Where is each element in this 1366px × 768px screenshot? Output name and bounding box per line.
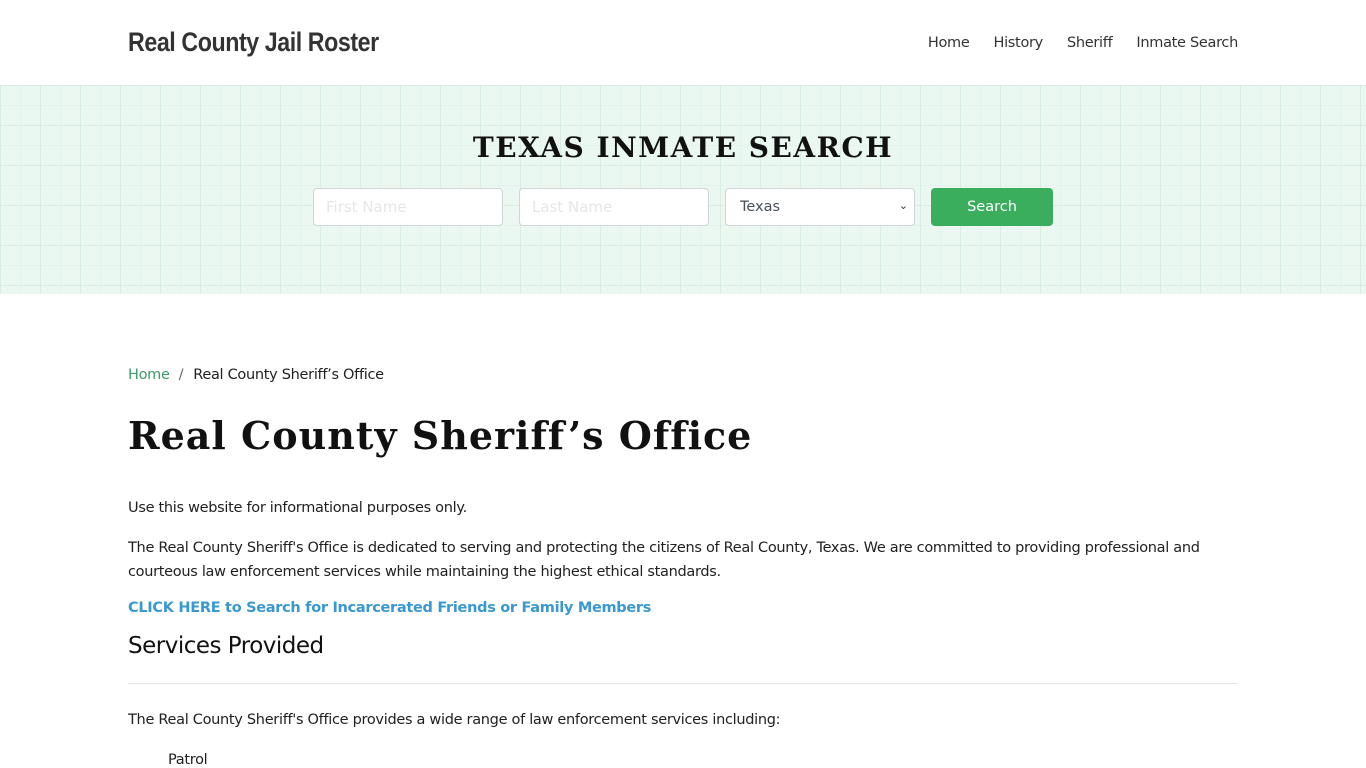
state-select[interactable]: Texas	[725, 188, 915, 226]
list-item: Patrol	[168, 751, 208, 768]
nav-sheriff[interactable]: Sheriff	[1067, 35, 1113, 51]
services-heading: Services Provided	[128, 632, 324, 659]
section-divider	[128, 682, 1238, 684]
state-select-wrapper: Texas ⌄	[725, 188, 915, 226]
services-intro-text: The Real County Sheriff's Office provide…	[128, 711, 781, 728]
search-button[interactable]: Search	[931, 188, 1053, 226]
first-name-input[interactable]	[313, 188, 503, 226]
main-content: Home / Real County Sheriff’s Office Real…	[0, 294, 1366, 768]
breadcrumb-separator: /	[178, 367, 184, 383]
site-brand-logo[interactable]: Real County Jail Roster	[128, 27, 379, 58]
disclaimer-text: Use this website for informational purpo…	[128, 499, 467, 516]
site-header: Real County Jail Roster Home History She…	[0, 0, 1366, 85]
page-title: Real County Sheriff’s Office	[128, 413, 753, 458]
inmate-search-hero: TEXAS INMATE SEARCH Texas ⌄ Search	[0, 85, 1366, 294]
breadcrumb-home-link[interactable]: Home	[128, 367, 170, 383]
nav-home[interactable]: Home	[928, 35, 970, 51]
nav-history[interactable]: History	[993, 35, 1043, 51]
intro-paragraph: The Real County Sheriff's Office is dedi…	[128, 539, 1200, 580]
last-name-input[interactable]	[519, 188, 709, 226]
search-inmates-cta-link[interactable]: CLICK HERE to Search for Incarcerated Fr…	[128, 600, 651, 616]
nav-inmate-search[interactable]: Inmate Search	[1136, 35, 1238, 51]
services-list: Patrol	[128, 748, 1238, 768]
breadcrumb: Home / Real County Sheriff’s Office	[128, 367, 1238, 383]
main-nav: Home History Sheriff Inmate Search	[904, 35, 1238, 51]
hero-title: TEXAS INMATE SEARCH	[472, 131, 894, 164]
inmate-search-form: Texas ⌄ Search	[0, 188, 1366, 226]
breadcrumb-current: Real County Sheriff’s Office	[193, 367, 384, 383]
